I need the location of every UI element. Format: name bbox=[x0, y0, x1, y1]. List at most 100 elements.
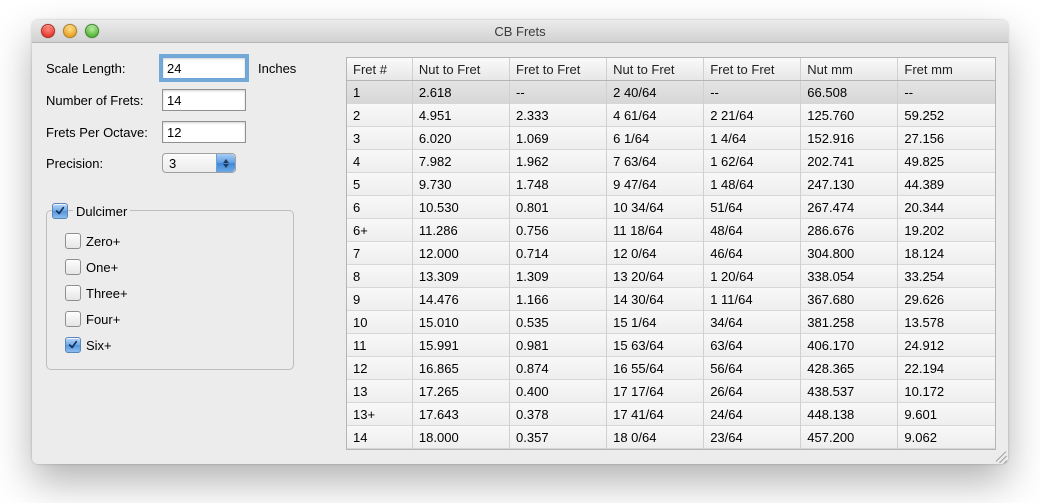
number-of-frets-label: Number of Frets: bbox=[46, 93, 162, 108]
table-cell: 2 bbox=[347, 104, 412, 127]
table-cell: 0.357 bbox=[510, 426, 607, 449]
table-cell: 0.378 bbox=[510, 403, 607, 426]
table-cell: 1 48/64 bbox=[704, 173, 801, 196]
precision-value: 3 bbox=[169, 156, 176, 171]
precision-label: Precision: bbox=[46, 156, 162, 171]
table-cell: 11.286 bbox=[412, 219, 509, 242]
dulcimer-option-checkbox[interactable] bbox=[65, 311, 81, 327]
table-row[interactable]: 47.9821.9627 63/641 62/64202.74149.825 bbox=[347, 150, 995, 173]
fret-table[interactable]: Fret #Nut to FretFret to FretNut to Fret… bbox=[347, 58, 995, 449]
table-row[interactable]: 12.618--2 40/64--66.508-- bbox=[347, 81, 995, 104]
dulcimer-option-row[interactable]: Three+ bbox=[65, 285, 275, 301]
table-row[interactable]: 6+11.2860.75611 18/6448/64286.67619.202 bbox=[347, 219, 995, 242]
table-cell: 0.400 bbox=[510, 380, 607, 403]
dulcimer-option-checkbox[interactable] bbox=[65, 337, 81, 353]
table-cell: 338.054 bbox=[801, 265, 898, 288]
table-cell: 1 bbox=[347, 81, 412, 104]
table-cell: 12.000 bbox=[412, 242, 509, 265]
table-cell: 17.643 bbox=[412, 403, 509, 426]
table-row[interactable]: 813.3091.30913 20/641 20/64338.05433.254 bbox=[347, 265, 995, 288]
table-cell: 367.680 bbox=[801, 288, 898, 311]
number-of-frets-input[interactable] bbox=[162, 89, 246, 111]
table-row[interactable]: 36.0201.0696 1/641 4/64152.91627.156 bbox=[347, 127, 995, 150]
table-cell: 20.344 bbox=[898, 196, 995, 219]
table-row[interactable]: 1216.8650.87416 55/6456/64428.36522.194 bbox=[347, 357, 995, 380]
close-icon[interactable] bbox=[41, 24, 55, 38]
table-cell: 0.801 bbox=[510, 196, 607, 219]
table-cell: 1.748 bbox=[510, 173, 607, 196]
dulcimer-option-checkbox[interactable] bbox=[65, 285, 81, 301]
table-cell: 18.000 bbox=[412, 426, 509, 449]
table-header-cell[interactable]: Fret to Fret bbox=[704, 58, 801, 81]
table-row[interactable]: 59.7301.7489 47/641 48/64247.13044.389 bbox=[347, 173, 995, 196]
table-cell: 2.618 bbox=[412, 81, 509, 104]
dulcimer-option-label: Three+ bbox=[86, 286, 128, 301]
frets-per-octave-input[interactable] bbox=[162, 121, 246, 143]
select-stepper-icon bbox=[216, 154, 235, 172]
table-cell: 15.010 bbox=[412, 311, 509, 334]
dulcimer-checkbox[interactable] bbox=[52, 203, 68, 219]
table-cell: 51/64 bbox=[704, 196, 801, 219]
table-cell: 7 63/64 bbox=[607, 150, 704, 173]
table-cell: 1 20/64 bbox=[704, 265, 801, 288]
table-cell: 9.730 bbox=[412, 173, 509, 196]
table-cell: 14.476 bbox=[412, 288, 509, 311]
table-row[interactable]: 1317.2650.40017 17/6426/64438.53710.172 bbox=[347, 380, 995, 403]
table-cell: 33.254 bbox=[898, 265, 995, 288]
dulcimer-option-row[interactable]: Zero+ bbox=[65, 233, 275, 249]
minimize-icon[interactable] bbox=[63, 24, 77, 38]
table-cell: 267.474 bbox=[801, 196, 898, 219]
dulcimer-option-checkbox[interactable] bbox=[65, 233, 81, 249]
table-cell: 247.130 bbox=[801, 173, 898, 196]
table-cell: 448.138 bbox=[801, 403, 898, 426]
table-header-cell[interactable]: Nut to Fret bbox=[607, 58, 704, 81]
table-cell: 125.760 bbox=[801, 104, 898, 127]
table-row[interactable]: 24.9512.3334 61/642 21/64125.76059.252 bbox=[347, 104, 995, 127]
table-row[interactable]: 1115.9910.98115 63/6463/64406.17024.912 bbox=[347, 334, 995, 357]
table-header-cell[interactable]: Nut mm bbox=[801, 58, 898, 81]
table-cell: 4.951 bbox=[412, 104, 509, 127]
table-row[interactable]: 914.4761.16614 30/641 11/64367.68029.626 bbox=[347, 288, 995, 311]
table-cell: 22.194 bbox=[898, 357, 995, 380]
dulcimer-checkbox-row[interactable]: Dulcimer bbox=[46, 203, 328, 219]
resize-grip-icon[interactable] bbox=[992, 448, 1006, 462]
table-cell: 13 20/64 bbox=[607, 265, 704, 288]
table-cell: 13 bbox=[347, 380, 412, 403]
table-cell: 438.537 bbox=[801, 380, 898, 403]
table-cell: 5 bbox=[347, 173, 412, 196]
table-header-cell[interactable]: Nut to Fret bbox=[412, 58, 509, 81]
scale-length-input[interactable] bbox=[162, 57, 246, 79]
table-cell: 66.508 bbox=[801, 81, 898, 104]
dulcimer-option-label: One+ bbox=[86, 260, 118, 275]
dulcimer-option-row[interactable]: Six+ bbox=[65, 337, 275, 353]
zoom-icon[interactable] bbox=[85, 24, 99, 38]
table-row[interactable]: 13+17.6430.37817 41/6424/64448.1389.601 bbox=[347, 403, 995, 426]
table-cell: 152.916 bbox=[801, 127, 898, 150]
app-window: CB Frets Scale Length: Inches Number of … bbox=[32, 20, 1008, 464]
dulcimer-option-checkbox[interactable] bbox=[65, 259, 81, 275]
dulcimer-option-row[interactable]: One+ bbox=[65, 259, 275, 275]
table-cell: 34/64 bbox=[704, 311, 801, 334]
table-cell: 16 55/64 bbox=[607, 357, 704, 380]
table-header-row[interactable]: Fret #Nut to FretFret to FretNut to Fret… bbox=[347, 58, 995, 81]
precision-select[interactable]: 3 bbox=[162, 153, 236, 173]
table-row[interactable]: 1015.0100.53515 1/6434/64381.25813.578 bbox=[347, 311, 995, 334]
table-row[interactable]: 1418.0000.35718 0/6423/64457.2009.062 bbox=[347, 426, 995, 449]
table-cell: 1.309 bbox=[510, 265, 607, 288]
table-cell: -- bbox=[898, 81, 995, 104]
table-header-cell[interactable]: Fret mm bbox=[898, 58, 995, 81]
table-cell: 24/64 bbox=[704, 403, 801, 426]
table-cell: 9.601 bbox=[898, 403, 995, 426]
table-row[interactable]: 712.0000.71412 0/6446/64304.80018.124 bbox=[347, 242, 995, 265]
table-header-cell[interactable]: Fret # bbox=[347, 58, 412, 81]
table-row[interactable]: 610.5300.80110 34/6451/64267.47420.344 bbox=[347, 196, 995, 219]
table-cell: 1.166 bbox=[510, 288, 607, 311]
table-cell: 2 21/64 bbox=[704, 104, 801, 127]
table-cell: 0.981 bbox=[510, 334, 607, 357]
table-cell: 13+ bbox=[347, 403, 412, 426]
dulcimer-option-row[interactable]: Four+ bbox=[65, 311, 275, 327]
table-cell: 11 18/64 bbox=[607, 219, 704, 242]
titlebar[interactable]: CB Frets bbox=[32, 20, 1008, 43]
table-header-cell[interactable]: Fret to Fret bbox=[510, 58, 607, 81]
scale-length-unit: Inches bbox=[258, 61, 296, 76]
